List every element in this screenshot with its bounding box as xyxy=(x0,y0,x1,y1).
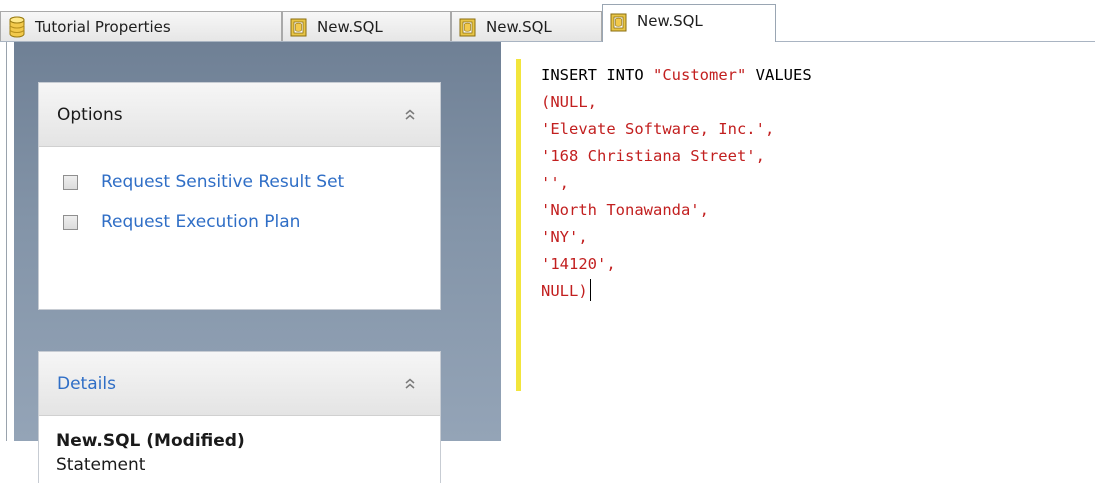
sql-keyword: INSERT INTO xyxy=(541,66,644,84)
code-line: '', xyxy=(541,174,569,192)
details-title[interactable]: Details xyxy=(57,374,116,394)
code-line-text: NULL) xyxy=(541,282,588,300)
sql-code[interactable]: INSERT INTO "Customer" VALUES (NULL, 'Elev… xyxy=(541,62,812,305)
collapse-chevron-icon[interactable] xyxy=(402,107,418,123)
details-card: Details New.SQL (Modified) Statement xyxy=(38,351,441,483)
options-header[interactable]: Options xyxy=(39,83,440,147)
tab-new-sql-2[interactable]: New.SQL xyxy=(451,11,602,41)
database-cylinder-icon xyxy=(9,16,25,37)
execution-plan-label[interactable]: Request Execution Plan xyxy=(101,212,300,232)
tab-label: New.SQL xyxy=(637,12,703,30)
code-line: 'North Tonawanda', xyxy=(541,201,709,219)
collapse-chevron-icon[interactable] xyxy=(402,376,418,392)
details-item-name: New.SQL (Modified) xyxy=(56,431,245,451)
option-sensitive-result-set[interactable]: Request Sensitive Result Set xyxy=(63,169,344,195)
code-line-last: NULL) xyxy=(541,278,812,305)
details-item-type: Statement xyxy=(56,455,146,475)
details-header[interactable]: Details xyxy=(39,352,440,416)
sql-file-icon xyxy=(610,13,627,32)
tab-new-sql-active[interactable]: New.SQL xyxy=(602,4,776,42)
modified-lines-indicator xyxy=(516,59,521,391)
tab-new-sql-1[interactable]: New.SQL xyxy=(282,11,451,41)
details-body: New.SQL (Modified) Statement xyxy=(39,416,440,477)
code-line: (NULL, xyxy=(541,93,597,111)
panel-edge xyxy=(6,42,7,441)
options-title: Options xyxy=(57,104,123,125)
execution-plan-checkbox[interactable] xyxy=(63,214,78,230)
code-line: 'Elevate Software, Inc.', xyxy=(541,120,775,138)
code-line: 'NY', xyxy=(541,228,588,246)
sensitive-result-set-checkbox[interactable] xyxy=(63,174,78,190)
option-execution-plan[interactable]: Request Execution Plan xyxy=(63,209,300,235)
text-caret xyxy=(589,279,591,301)
sql-editor[interactable]: INSERT INTO "Customer" VALUES (NULL, 'Elev… xyxy=(501,42,1095,441)
tab-tutorial-properties[interactable]: Tutorial Properties xyxy=(0,11,282,41)
sql-file-icon xyxy=(290,18,307,36)
tab-label: New.SQL xyxy=(317,17,383,36)
tab-label: Tutorial Properties xyxy=(35,17,171,36)
sql-file-icon xyxy=(459,18,476,36)
side-panel: Options Request Sensitive Result Set Req… xyxy=(0,42,501,483)
sql-identifier: "Customer" xyxy=(653,66,747,84)
tab-label: New.SQL xyxy=(486,17,552,36)
options-card: Options Request Sensitive Result Set Req… xyxy=(38,82,441,310)
document-tab-strip: Tutorial Properties New.SQL New.SQL New.… xyxy=(0,0,1095,42)
sql-keyword: VALUES xyxy=(746,66,812,84)
code-line: '14120', xyxy=(541,255,616,273)
code-line: INSERT INTO "Customer" VALUES xyxy=(541,62,812,89)
code-line: '168 Christiana Street', xyxy=(541,147,765,165)
sensitive-result-set-label[interactable]: Request Sensitive Result Set xyxy=(101,172,344,192)
